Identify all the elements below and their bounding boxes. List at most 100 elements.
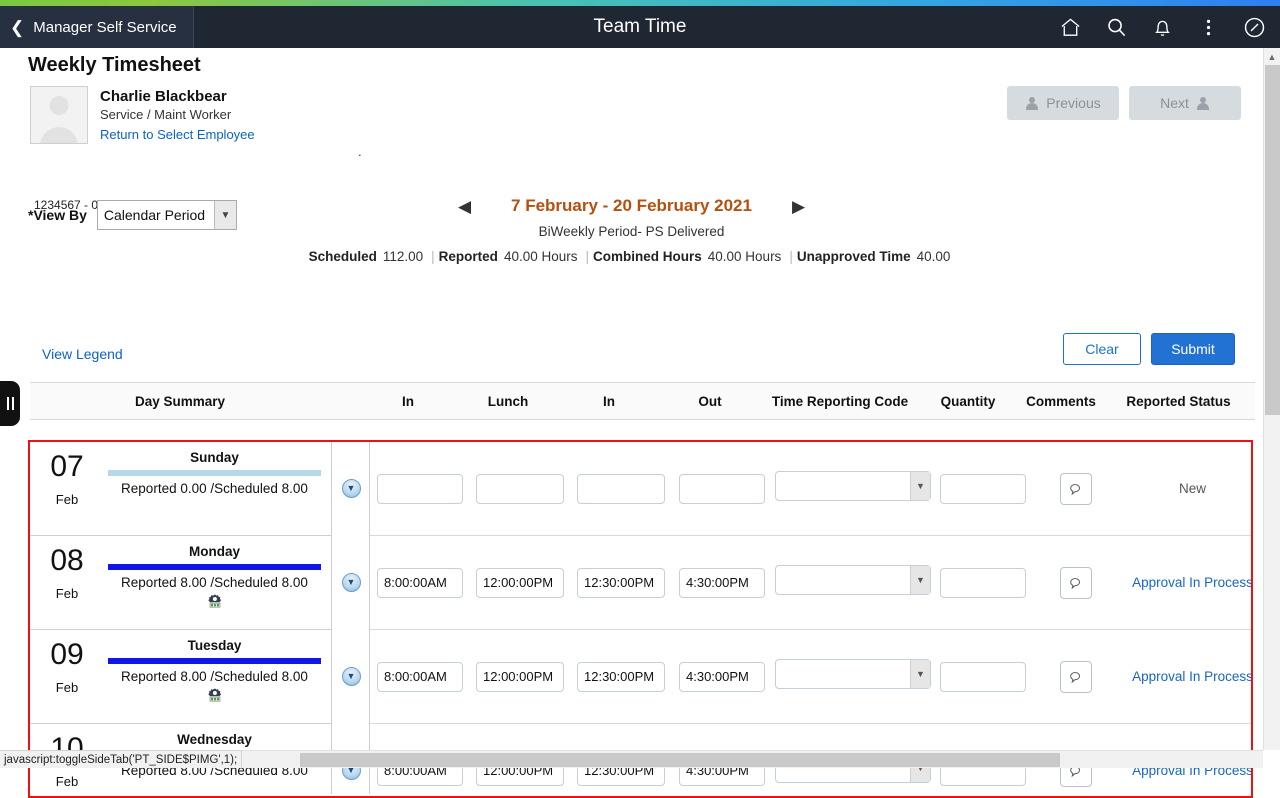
scroll-up-icon[interactable]: ▲ [1264,48,1280,65]
punch-in-2-input[interactable] [577,662,665,692]
divider: | [585,249,589,264]
person-icon [1025,97,1038,110]
punch-lunch-input[interactable] [476,568,564,598]
expand-row-chevron-down-icon[interactable]: ▼ [342,667,361,686]
side-tab-toggle[interactable] [0,381,20,426]
day-date: 09Feb [30,638,104,695]
reported-status-text: New [1120,481,1251,496]
day-month: Feb [30,492,104,507]
day-number: 07 [30,452,104,482]
previous-period-button[interactable]: ◀ [458,198,471,215]
time-reporting-code-select[interactable] [775,659,931,689]
column-header-quantity: Quantity [920,394,1016,409]
quantity-input[interactable] [940,474,1026,504]
employee-name: Charlie Blackbear [100,88,255,105]
actions-kebab-icon[interactable] [1188,6,1228,48]
horizontal-scrollbar-thumb[interactable] [300,753,1060,767]
vertical-scrollbar[interactable]: ▲ [1263,48,1280,750]
reported-status-link[interactable]: Approval In Process [1120,669,1251,684]
app-header: ❮ Manager Self Service Team Time [0,6,1280,48]
timesheet-rows: 07FebSundayReported 0.00 /Scheduled 8.00… [30,442,1251,794]
reported-status-link[interactable]: Approval In Process [1120,575,1251,590]
punch-lunch-input[interactable] [476,662,564,692]
header-icon-group [1050,6,1274,48]
day-progress-bar [108,470,321,476]
punch-in-1-input[interactable] [377,474,463,504]
return-to-select-employee-link[interactable]: Return to Select Employee [100,127,255,142]
day-name: Wednesday [104,732,325,747]
day-progress-bar [108,564,321,570]
quantity-input[interactable] [940,662,1026,692]
previous-employee-button[interactable]: Previous [1007,86,1119,120]
column-header-out: Out [660,394,760,409]
expand-row-chevron-down-icon[interactable]: ▼ [342,479,361,498]
time-reporting-code-select[interactable] [775,471,931,501]
chevron-down-icon: ▼ [910,472,930,500]
divider: | [789,249,793,264]
back-to-manager-self-service-button[interactable]: ❮ Manager Self Service [0,6,194,48]
employee-summary: Charlie Blackbear Service / Maint Worker… [30,86,255,144]
search-icon[interactable] [1096,6,1136,48]
person-icon [1197,97,1210,110]
punch-in-1-input[interactable] [377,568,463,598]
scheduled-value: 112.00 [383,249,423,264]
table-row: ▼Approval In Process [370,536,1251,630]
process-status-icon [207,593,223,609]
unapproved-time-value: 40.00 [917,249,951,264]
comments-bubble-icon[interactable] [1060,567,1092,599]
timesheet-grid-header: Day Summary In Lunch In Out Time Reporti… [30,382,1255,420]
punch-in-2-input[interactable] [577,568,665,598]
chevron-down-icon: ▼ [910,660,930,688]
period-navigation: ◀ 7 February - 20 February 2021 ▶ BiWeek… [0,196,1263,264]
column-header-time-reporting-code: Time Reporting Code [760,394,920,409]
pause-bars-icon [7,397,14,410]
column-header-in-1: In [358,394,458,409]
page-content: Weekly Timesheet Charlie Blackbear Servi… [0,48,1263,750]
day-progress-bar [108,658,321,664]
punch-out-input[interactable] [679,662,765,692]
punch-in-2-input[interactable] [577,474,665,504]
day-date: 07 Feb [30,450,104,507]
day-month: Feb [30,680,104,695]
submit-button[interactable]: Submit [1151,333,1235,365]
next-employee-button[interactable]: Next [1129,86,1241,120]
punch-in-1-input[interactable] [377,662,463,692]
employee-role: Service / Maint Worker [100,107,255,122]
vertical-scrollbar-thumb[interactable] [1265,65,1280,415]
day-month: Feb [30,774,104,789]
table-row: ▼ Approval In Process [370,630,1251,724]
divider: | [431,249,435,264]
day-number: 08 [30,546,104,576]
day-date: 08Feb [30,544,104,601]
comments-bubble-icon[interactable] [1060,473,1092,505]
employee-avatar [30,86,88,144]
day-hours-summary: Reported 0.00 /Scheduled 8.00 [104,481,325,496]
punch-out-input[interactable] [679,568,765,598]
home-icon[interactable] [1050,6,1090,48]
period-subtitle: BiWeekly Period- PS Delivered [0,224,1263,239]
employee-navigation-buttons: Previous Next [1007,86,1241,120]
punch-lunch-input[interactable] [476,474,564,504]
timesheet-action-buttons: Clear Submit [1063,333,1235,365]
expand-row-chevron-down-icon[interactable]: ▼ [342,573,361,592]
day-summary-cell: 08FebMondayReported 8.00 /Scheduled 8.00 [30,536,331,630]
page-title: Weekly Timesheet [28,54,201,77]
row-expand-cell: ▼ [332,536,370,630]
clear-button[interactable]: Clear [1063,333,1141,365]
row-expand-cell: ▼ [332,630,370,724]
column-header-day-summary: Day Summary [30,394,330,409]
next-period-button[interactable]: ▶ [792,198,805,215]
process-status-icon [207,687,223,703]
next-label: Next [1160,95,1189,111]
comments-bubble-icon[interactable] [1060,661,1092,693]
navbar-compass-icon[interactable] [1234,6,1274,48]
time-reporting-code-select[interactable] [775,565,931,595]
notifications-bell-icon[interactable] [1142,6,1182,48]
reported-label: Reported [439,249,498,264]
quantity-input[interactable] [940,568,1026,598]
day-summary-cell: 07FebSundayReported 0.00 /Scheduled 8.00 [30,442,331,536]
view-legend-link[interactable]: View Legend [42,346,123,362]
column-header-reported-status: Reported Status [1106,394,1251,409]
punch-out-input[interactable] [679,474,765,504]
day-name: Monday [104,544,325,559]
